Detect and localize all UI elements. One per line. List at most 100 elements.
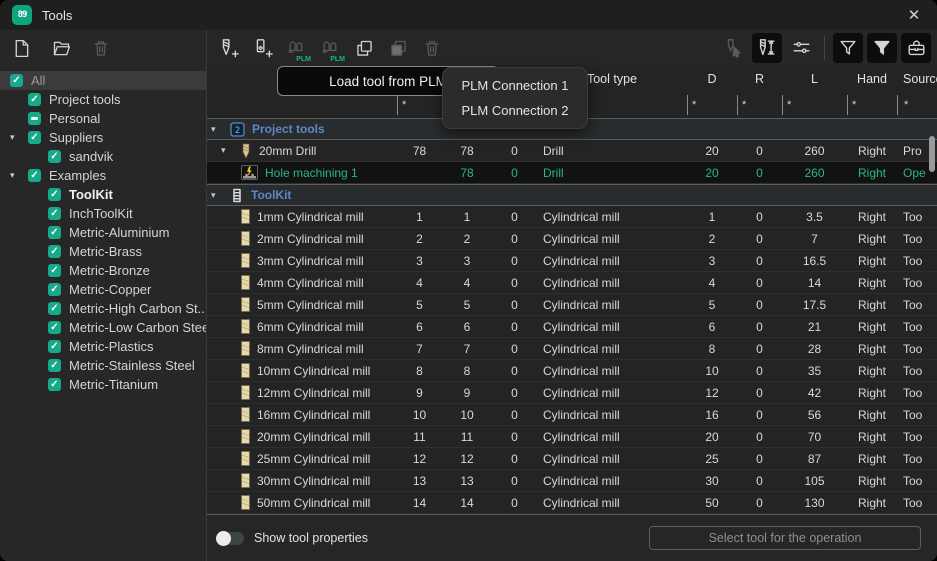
tree-item-label: InchToolKit [69, 206, 133, 221]
table-row[interactable]: 1mm Cylindrical mill 1 1 0 Cylindrical m… [207, 206, 937, 228]
checkbox-icon[interactable] [48, 207, 61, 220]
show-tool-properties-toggle[interactable] [217, 532, 244, 545]
copy-button[interactable] [349, 33, 379, 63]
open-folder-icon [50, 38, 73, 59]
table-row[interactable]: 25mm Cylindrical mill 12 12 0 Cylindrica… [207, 448, 937, 470]
menu-item-plm-connection-2[interactable]: PLM Connection 2 [443, 98, 587, 123]
checkbox-icon[interactable] [28, 112, 41, 125]
close-icon[interactable]: ✕ [903, 4, 925, 26]
checkbox-icon[interactable] [48, 340, 61, 353]
sidebar-item-project-tools[interactable]: Project tools [0, 90, 206, 109]
table-row[interactable]: 2mm Cylindrical mill 2 2 0 Cylindrical m… [207, 228, 937, 250]
header-d[interactable]: D [687, 72, 737, 86]
table-row[interactable]: ▾ ToolKit [207, 184, 937, 206]
checkbox-icon[interactable] [48, 359, 61, 372]
checkbox-icon[interactable] [48, 226, 61, 239]
sidebar-item-metric-stainless-steel[interactable]: Metric-Stainless Steel [0, 356, 206, 375]
table-row[interactable]: 20mm Cylindrical mill 11 11 0 Cylindrica… [207, 426, 937, 448]
table-row[interactable]: 16mm Cylindrical mill 10 10 0 Cylindrica… [207, 404, 937, 426]
table-row[interactable]: 6mm Cylindrical mill 6 6 0 Cylindrical m… [207, 316, 937, 338]
table-row[interactable]: 30mm Cylindrical mill 13 13 0 Cylindrica… [207, 470, 937, 492]
sidebar-item-metric-low-carbon-steel[interactable]: Metric-Low Carbon Steel [0, 318, 206, 337]
filter-r[interactable]: * [737, 95, 782, 115]
expander-icon[interactable]: ▾ [10, 132, 28, 143]
tree-item-label: ToolKit [69, 187, 113, 202]
select-tool-button[interactable]: Select tool for the operation [649, 526, 921, 550]
header-r[interactable]: R [737, 72, 782, 86]
filter-button[interactable] [833, 33, 863, 63]
sidebar-item-metric-copper[interactable]: Metric-Copper [0, 280, 206, 299]
menu-item-plm-connection-1[interactable]: PLM Connection 1 [443, 73, 587, 98]
filter-d[interactable]: * [687, 95, 737, 115]
load-tool-from-plm-button[interactable]: PLM [281, 33, 311, 63]
sidebar-item-sandvik[interactable]: sandvik [0, 147, 206, 166]
tree-item-label: Metric-Copper [69, 282, 151, 297]
filter-active-button[interactable] [867, 33, 897, 63]
checkbox-icon[interactable] [48, 264, 61, 277]
checkbox-icon[interactable] [48, 378, 61, 391]
row-expander-icon[interactable]: ▾ [211, 190, 223, 201]
sidebar-item-metric-aluminium[interactable]: Metric-Aluminium [0, 223, 206, 242]
filter-num1[interactable]: * [397, 95, 442, 115]
header-l[interactable]: L [782, 72, 847, 86]
checkbox-icon[interactable] [28, 131, 41, 144]
l-cell: 16.5 [782, 254, 847, 268]
expander-icon[interactable]: ▾ [10, 170, 28, 181]
sidebar-item-toolkit[interactable]: ToolKit [0, 185, 206, 204]
open-library-button[interactable] [46, 33, 76, 63]
view-options-button[interactable] [786, 33, 816, 63]
checkbox-icon[interactable] [28, 169, 41, 182]
checkbox-icon[interactable] [28, 93, 41, 106]
checkbox-icon[interactable] [48, 302, 61, 315]
tool-dimensions-button[interactable] [752, 33, 782, 63]
toolbox-button[interactable] [901, 33, 931, 63]
checkbox-icon[interactable] [48, 150, 61, 163]
svg-text:2: 2 [235, 126, 240, 136]
header-hand[interactable]: Hand [847, 72, 897, 86]
filter-l[interactable]: * [782, 95, 847, 115]
sidebar-item-examples[interactable]: ▾ Examples [0, 166, 206, 185]
delete-button[interactable] [417, 33, 447, 63]
d-cell: 20 [687, 144, 737, 158]
checkbox-icon[interactable] [10, 74, 23, 87]
table-row[interactable]: 3mm Cylindrical mill 3 3 0 Cylindrical m… [207, 250, 937, 272]
table-row[interactable]: Hole machining 1 78 0 Drill 20 0 260 Rig… [207, 162, 937, 184]
sidebar-item-metric-high-carbon-st[interactable]: Metric-High Carbon St... [0, 299, 206, 318]
header-source[interactable]: Source [897, 72, 937, 86]
checkbox-icon[interactable] [48, 321, 61, 334]
tree-item-label: Metric-Stainless Steel [69, 358, 195, 373]
paste-button[interactable] [383, 33, 413, 63]
table-row[interactable]: 50mm Cylindrical mill 14 14 0 Cylindrica… [207, 492, 937, 514]
sidebar-item-metric-plastics[interactable]: Metric-Plastics [0, 337, 206, 356]
vertical-scrollbar[interactable] [929, 136, 935, 172]
checkbox-icon[interactable] [48, 245, 61, 258]
checkbox-icon[interactable] [48, 283, 61, 296]
table-row[interactable]: 5mm Cylindrical mill 5 5 0 Cylindrical m… [207, 294, 937, 316]
row-expander-icon[interactable]: ▾ [211, 124, 223, 135]
add-mill-tool-button[interactable] [213, 33, 243, 63]
row-expander-icon[interactable]: ▾ [221, 145, 233, 156]
sidebar-item-metric-titanium[interactable]: Metric-Titanium [0, 375, 206, 394]
sidebar-item-suppliers[interactable]: ▾ Suppliers [0, 128, 206, 147]
sidebar-item-inchtoolkit[interactable]: InchToolKit [0, 204, 206, 223]
table-row[interactable]: 4mm Cylindrical mill 4 4 0 Cylindrical m… [207, 272, 937, 294]
table-row[interactable]: ▾ 20mm Drill 78 78 0 Drill 20 0 260 Righ… [207, 140, 937, 162]
sidebar-item-personal[interactable]: Personal [0, 109, 206, 128]
sidebar-item-metric-bronze[interactable]: Metric-Bronze [0, 261, 206, 280]
sidebar-item-all[interactable]: All [0, 71, 206, 90]
table-row[interactable]: 10mm Cylindrical mill 8 8 0 Cylindrical … [207, 360, 937, 382]
pick-tool-button[interactable] [718, 33, 748, 63]
filter-name[interactable] [207, 95, 397, 115]
delete-library-button[interactable] [86, 33, 116, 63]
add-holder-button[interactable] [247, 33, 277, 63]
l-cell: 35 [782, 364, 847, 378]
sidebar-item-metric-brass[interactable]: Metric-Brass [0, 242, 206, 261]
load-assembly-from-plm-button[interactable]: PLM [315, 33, 345, 63]
table-row[interactable]: 8mm Cylindrical mill 7 7 0 Cylindrical m… [207, 338, 937, 360]
tool-name: 5mm Cylindrical mill [257, 298, 364, 312]
table-row[interactable]: 12mm Cylindrical mill 9 9 0 Cylindrical … [207, 382, 937, 404]
filter-source[interactable]: * [897, 95, 937, 115]
new-library-button[interactable] [6, 33, 36, 63]
filter-hand[interactable]: * [847, 95, 897, 115]
checkbox-icon[interactable] [48, 188, 61, 201]
